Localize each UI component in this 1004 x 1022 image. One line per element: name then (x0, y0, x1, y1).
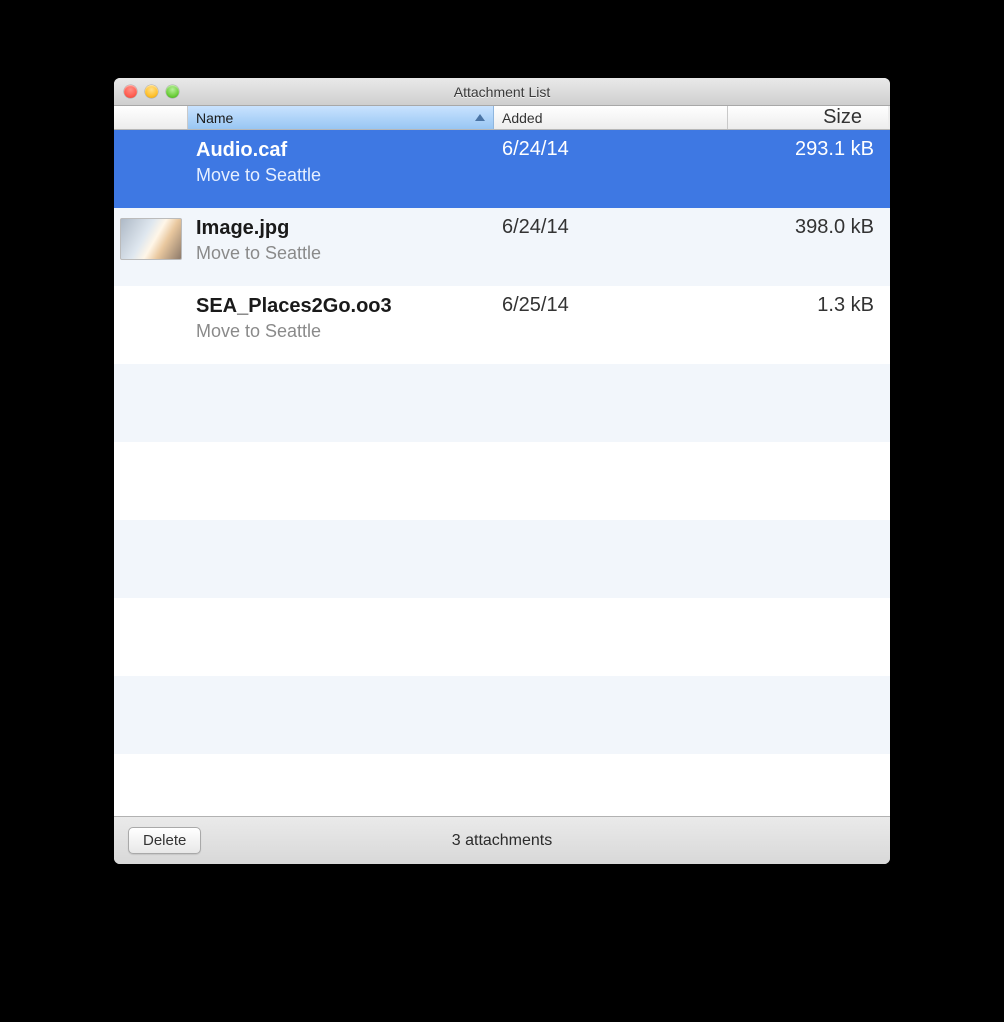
close-icon[interactable] (124, 85, 137, 98)
minimize-icon[interactable] (145, 85, 158, 98)
row-added: 6/24/14 (494, 208, 728, 286)
column-headers: Name Added Size (114, 106, 890, 130)
row-thumbnail (114, 130, 188, 208)
row-added: 6/24/14 (494, 130, 728, 208)
table-row-empty (114, 442, 890, 520)
row-size: 1.3 kB (728, 286, 888, 364)
column-icon[interactable] (114, 106, 188, 129)
row-filename: Audio.caf (196, 138, 486, 162)
column-name[interactable]: Name (188, 106, 494, 129)
column-size-label: Size (823, 106, 862, 129)
traffic-lights (114, 85, 179, 98)
window-title: Attachment List (114, 84, 890, 100)
table-row-empty (114, 598, 890, 676)
footer: Delete 3 attachments (114, 816, 890, 864)
table-row[interactable]: Image.jpg Move to Seattle 6/24/14 398.0 … (114, 208, 890, 286)
column-added-label: Added (502, 110, 542, 126)
table-row-empty (114, 520, 890, 598)
row-added: 6/25/14 (494, 286, 728, 364)
delete-button[interactable]: Delete (128, 827, 201, 854)
row-size: 398.0 kB (728, 208, 888, 286)
row-subtitle: Move to Seattle (196, 240, 486, 267)
row-subtitle: Move to Seattle (196, 162, 486, 189)
table-row[interactable]: SEA_Places2Go.oo3 Move to Seattle 6/25/1… (114, 286, 890, 364)
attachment-list: Audio.caf Move to Seattle 6/24/14 293.1 … (114, 130, 890, 816)
sort-ascending-icon (475, 114, 485, 121)
image-thumbnail-icon (120, 218, 182, 260)
row-thumbnail (114, 286, 188, 364)
column-size[interactable]: Size (728, 106, 888, 129)
zoom-icon[interactable] (166, 85, 179, 98)
row-filename: SEA_Places2Go.oo3 (196, 294, 486, 318)
table-row-empty (114, 676, 890, 754)
column-added[interactable]: Added (494, 106, 728, 129)
row-subtitle: Move to Seattle (196, 318, 486, 345)
attachment-list-window: Attachment List Name Added Size Audio.ca… (114, 78, 890, 864)
row-filename: Image.jpg (196, 216, 486, 240)
table-row-empty (114, 754, 890, 816)
row-thumbnail (114, 208, 188, 286)
column-name-label: Name (196, 110, 233, 126)
titlebar[interactable]: Attachment List (114, 78, 890, 106)
table-row-empty (114, 364, 890, 442)
status-text: 3 attachments (114, 832, 890, 850)
table-row[interactable]: Audio.caf Move to Seattle 6/24/14 293.1 … (114, 130, 890, 208)
row-size: 293.1 kB (728, 130, 888, 208)
